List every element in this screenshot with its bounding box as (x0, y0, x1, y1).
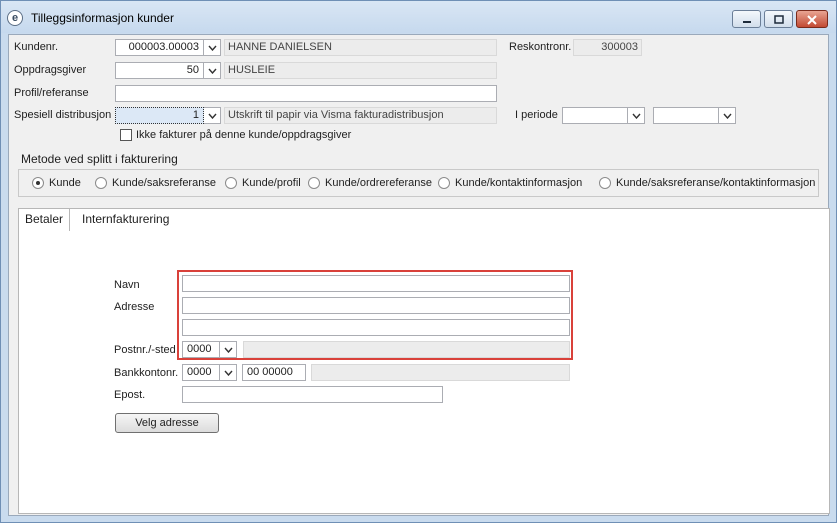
radio-kunde[interactable] (32, 177, 44, 189)
profil-input[interactable] (115, 85, 497, 102)
radio-kunde-saksreferanse[interactable] (95, 177, 107, 189)
reskontronr-label: Reskontronr. (509, 41, 572, 53)
radio-kunde-profil-label: Kunde/profil (242, 177, 301, 189)
periode-from-dropdown[interactable] (628, 107, 645, 124)
oppdragsgiver-label: Oppdragsgiver (14, 64, 87, 76)
postnr-label: Postnr./-sted (114, 344, 176, 356)
radio-kunde-ordrereferanse[interactable] (308, 177, 320, 189)
periode-from-field[interactable] (562, 107, 628, 124)
ikke-fakturer-label: Ikke fakturer på denne kunde/oppdragsgiv… (136, 129, 352, 141)
radio-kunde-ordrereferanse-label: Kunde/ordrereferanse (325, 177, 433, 189)
epost-input[interactable] (182, 386, 443, 403)
radio-kunde-kontaktinformasjon-label: Kunde/kontaktinformasjon (455, 177, 583, 189)
radio-kunde-kontaktinformasjon[interactable] (438, 177, 450, 189)
velg-adresse-button[interactable]: Velg adresse (115, 413, 219, 433)
radio-kunde-profil[interactable] (225, 177, 237, 189)
navn-input[interactable] (182, 275, 570, 292)
close-button[interactable] (796, 10, 828, 28)
poststed-value (243, 341, 570, 358)
tab-internfakturering[interactable]: Internfakturering (75, 208, 176, 229)
chevron-down-icon (632, 113, 641, 119)
kundenr-dropdown[interactable] (204, 39, 221, 56)
distribusjon-field[interactable]: 1 (115, 107, 204, 124)
navn-label: Navn (114, 279, 140, 291)
bankkonto-dropdown[interactable] (220, 364, 237, 381)
distribusjon-label: Spesiell distribusjon (14, 109, 112, 121)
kundenr-label: Kundenr. (14, 41, 59, 53)
chevron-down-icon (208, 68, 217, 74)
minimize-icon (742, 21, 751, 23)
chevron-down-icon (224, 347, 233, 353)
bankkonto-prefix-field[interactable]: 0000 (182, 364, 220, 381)
bankkonto-number-field[interactable]: 00 00000 (242, 364, 306, 381)
maximize-icon (773, 15, 784, 24)
chevron-down-icon (208, 45, 217, 51)
dialog-window: e Tilleggsinformasjon kunder Kundenr. 00… (0, 0, 837, 523)
radio-kunde-saksreferanse-kontaktinformasjon-label: Kunde/saksreferanse/kontaktinformasjon (616, 177, 816, 189)
kunde-name: HANNE DANIELSEN (224, 39, 497, 56)
profil-label: Profil/referanse (14, 87, 89, 99)
oppdragsgiver-dropdown[interactable] (204, 62, 221, 79)
radio-kunde-label: Kunde (49, 177, 81, 189)
periode-to-dropdown[interactable] (719, 107, 736, 124)
reskontronr-value: 300003 (573, 39, 642, 56)
postnr-dropdown[interactable] (220, 341, 237, 358)
window-title: Tilleggsinformasjon kunder (31, 11, 174, 25)
periode-to-field[interactable] (653, 107, 719, 124)
chevron-down-icon (208, 113, 217, 119)
oppdragsgiver-name: HUSLEIE (224, 62, 497, 79)
minimize-button[interactable] (732, 10, 761, 28)
tab-panel (18, 208, 830, 514)
bankkonto-extra-value (311, 364, 570, 381)
adresse-input-1[interactable] (182, 297, 570, 314)
radio-kunde-saksreferanse-label: Kunde/saksreferanse (112, 177, 216, 189)
maximize-button[interactable] (764, 10, 793, 28)
oppdragsgiver-field[interactable]: 50 (115, 62, 204, 79)
ikke-fakturer-checkbox[interactable] (120, 129, 132, 141)
chevron-down-icon (723, 113, 732, 119)
split-method-title: Metode ved splitt i fakturering (21, 152, 178, 166)
epost-label: Epost. (114, 389, 146, 401)
kundenr-field[interactable]: 000003.00003 (115, 39, 204, 56)
dialog-body: Kundenr. 000003.00003 HANNE DANIELSEN Re… (8, 34, 830, 516)
distribusjon-dropdown[interactable] (204, 107, 221, 124)
distribusjon-text: Utskrift til papir via Visma fakturadist… (224, 107, 497, 124)
chevron-down-icon (224, 370, 233, 376)
close-icon (807, 15, 817, 25)
adresse-label: Adresse (114, 301, 155, 313)
tab-betaler[interactable]: Betaler (18, 208, 71, 231)
adresse-input-2[interactable] (182, 319, 570, 336)
bankkonto-label: Bankkontonr. (114, 367, 179, 379)
radio-kunde-saksreferanse-kontaktinformasjon[interactable] (599, 177, 611, 189)
postnr-field[interactable]: 0000 (182, 341, 220, 358)
title-bar[interactable]: e Tilleggsinformasjon kunder (1, 1, 836, 33)
app-logo-icon: e (7, 10, 23, 26)
periode-label: I periode (515, 109, 558, 121)
